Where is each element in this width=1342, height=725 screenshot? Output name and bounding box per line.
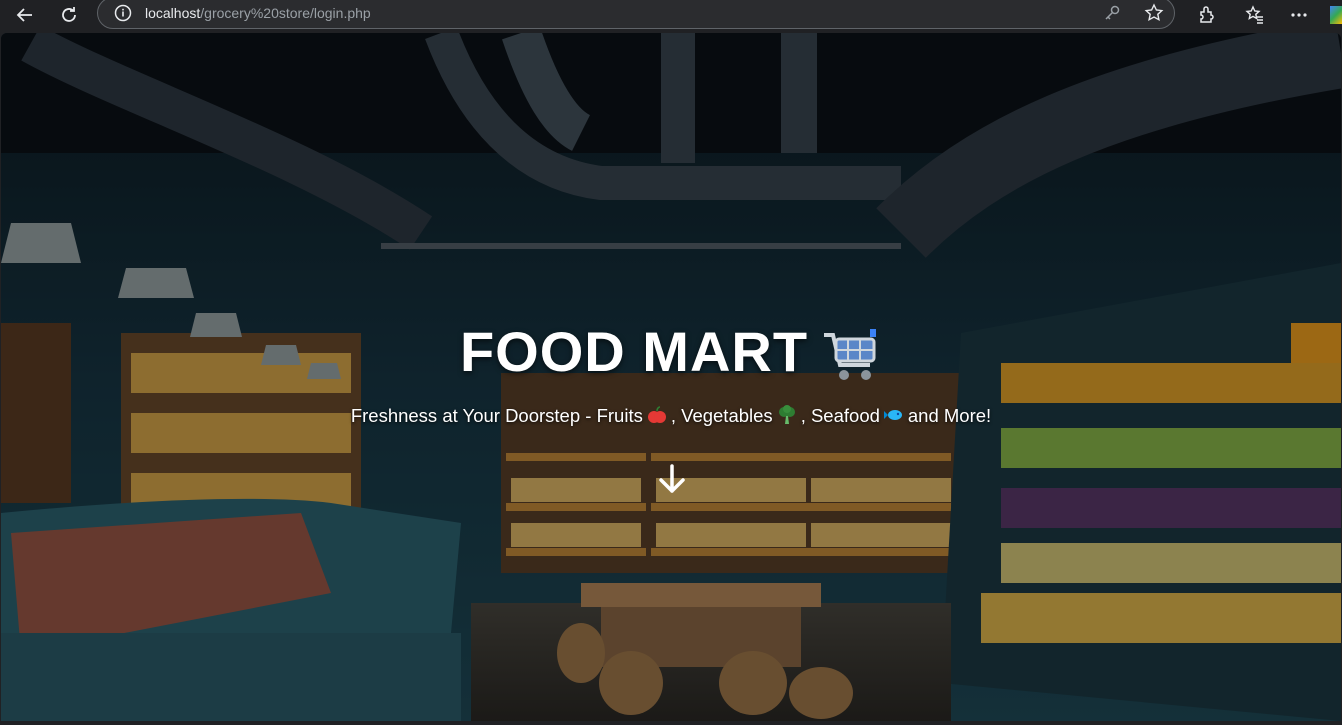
- hero-title: FOOD MART: [1, 319, 1341, 385]
- hero-title-text: FOOD MART: [459, 320, 809, 383]
- address-bar[interactable]: localhost/grocery%20store/login.php: [97, 0, 1175, 29]
- hero-subtitle: Freshness at Your Doorstep - Fruits , Veg…: [1, 405, 1341, 427]
- page-viewport: FOOD MART Freshness at Your Doorstep - F…: [1, 33, 1341, 721]
- fish-icon: [883, 410, 902, 420]
- extensions-icon[interactable]: [1194, 3, 1220, 27]
- shopping-cart-icon: [824, 329, 877, 381]
- apple-icon: [647, 406, 666, 423]
- subtitle-fruits-text: Freshness at Your Doorstep - Fruits: [350, 405, 643, 426]
- url-path: /grocery%20store/login.php: [200, 5, 371, 21]
- info-icon[interactable]: [114, 4, 132, 22]
- star-icon[interactable]: [1144, 3, 1164, 23]
- subtitle-more-text: and More!: [907, 405, 992, 426]
- more-icon[interactable]: [1286, 3, 1312, 27]
- favorites-icon[interactable]: [1242, 3, 1268, 27]
- browser-color-icon[interactable]: [1330, 6, 1342, 24]
- key-icon[interactable]: [1102, 3, 1122, 23]
- subtitle-vegetables-text: , Vegetables: [670, 405, 773, 426]
- url-host: localhost: [145, 5, 201, 21]
- scroll-down-arrow-icon[interactable]: [657, 463, 687, 495]
- broccoli-icon: [778, 405, 795, 424]
- url-text[interactable]: localhost/grocery%20store/login.php: [145, 5, 371, 21]
- browser-toolbar: localhost/grocery%20store/login.php: [0, 0, 1342, 31]
- reload-icon[interactable]: [56, 3, 82, 27]
- subtitle-seafood-text: , Seafood: [800, 405, 880, 426]
- back-icon[interactable]: [12, 3, 38, 27]
